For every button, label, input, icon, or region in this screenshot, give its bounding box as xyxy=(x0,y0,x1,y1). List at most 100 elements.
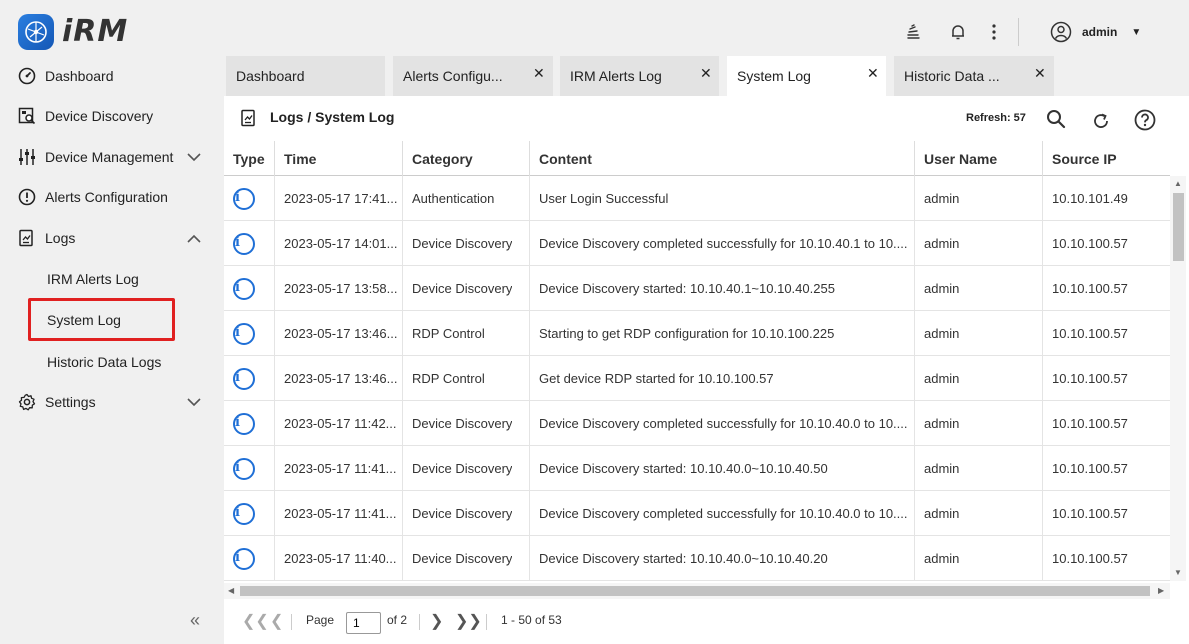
table-row[interactable]: i 2023-05-17 11:41... Device Discovery Devi… xyxy=(224,446,1170,491)
sidebar-item-logs[interactable]: Logs xyxy=(0,218,224,258)
search-icon[interactable] xyxy=(1045,108,1067,130)
table-row[interactable]: i 2023-05-17 11:42... Device Discovery Devi… xyxy=(224,401,1170,446)
column-header-source-ip[interactable]: Source IP xyxy=(1043,141,1170,176)
tab-irm-alerts-log[interactable]: IRM Alerts Log ✕ xyxy=(560,56,720,96)
category-text: Device Discovery xyxy=(412,551,513,566)
time-text: 2023-05-17 11:40... xyxy=(284,551,397,566)
sidebar-item-device-management[interactable]: Device Management xyxy=(0,137,224,177)
kebab-menu-icon[interactable] xyxy=(984,22,1004,42)
first-page-icon[interactable]: ❮❮ xyxy=(242,611,269,631)
info-icon: i xyxy=(233,322,255,345)
category-text: Device Discovery xyxy=(412,236,513,251)
info-icon: i xyxy=(233,277,255,300)
tab-label: Alerts Configu... xyxy=(403,68,503,84)
next-page-icon[interactable]: ❯ xyxy=(430,611,443,631)
time-text: 2023-05-17 13:46... xyxy=(284,371,398,386)
sidebar-item-settings[interactable]: Settings xyxy=(0,382,224,422)
time-cell: 2023-05-17 11:40... xyxy=(275,536,403,581)
sidebar-subitem-historic-data-logs[interactable]: Historic Data Logs xyxy=(0,342,224,382)
info-icon: i xyxy=(233,547,255,570)
tab-label: Dashboard xyxy=(236,68,305,84)
sidebar-subitem-label: IRM Alerts Log xyxy=(47,271,139,287)
user-menu[interactable]: admin ▼ xyxy=(1050,20,1141,44)
tab-historic-data-logs[interactable]: Historic Data ... ✕ xyxy=(894,56,1055,96)
sidebar-item-device-discovery[interactable]: Device Discovery xyxy=(0,96,224,136)
close-icon[interactable]: ✕ xyxy=(700,65,712,82)
ip-text: 10.10.100.57 xyxy=(1052,461,1128,476)
column-header-content[interactable]: Content xyxy=(530,141,915,176)
collapse-sidebar-button[interactable]: « xyxy=(190,610,200,631)
table-row[interactable]: i 2023-05-17 13:46... RDP Control Starting … xyxy=(224,311,1170,356)
column-header-category[interactable]: Category xyxy=(403,141,530,176)
scroll-left-icon[interactable]: ◀ xyxy=(228,586,234,595)
table-row[interactable]: i 2023-05-17 14:01... Device Discovery Devi… xyxy=(224,221,1170,266)
content-panel: Logs / System Log Refresh: 57 Type Time … xyxy=(224,96,1189,644)
refresh-counter: Refresh: 57 xyxy=(966,112,1026,124)
tab-system-log[interactable]: System Log ✕ xyxy=(727,56,887,96)
type-cell: i xyxy=(224,266,275,311)
ip-text: 10.10.100.57 xyxy=(1052,506,1128,521)
column-header-time[interactable]: Time xyxy=(275,141,403,176)
time-cell: 2023-05-17 14:01... xyxy=(275,221,403,266)
content-text: Device Discovery completed successfully … xyxy=(539,506,908,521)
bell-icon[interactable] xyxy=(948,22,968,42)
refresh-icon[interactable] xyxy=(1090,110,1112,132)
type-cell: i xyxy=(224,311,275,356)
vertical-scrollbar[interactable]: ▲ ▼ xyxy=(1170,176,1186,581)
column-header-type[interactable]: Type xyxy=(224,141,275,176)
table-row[interactable]: i 2023-05-17 17:41... Authentication User L… xyxy=(224,176,1170,221)
category-text: Device Discovery xyxy=(412,461,513,476)
sidebar-item-alerts-configuration[interactable]: Alerts Configuration xyxy=(0,177,224,217)
sidebar-subitem-irm-alerts-log[interactable]: IRM Alerts Log xyxy=(0,259,224,299)
tab-dashboard[interactable]: Dashboard xyxy=(226,56,386,96)
content-cell: User Login Successful xyxy=(530,176,915,221)
category-cell: Device Discovery xyxy=(403,266,530,311)
content-cell: Device Discovery started: 10.10.40.0~10.… xyxy=(530,446,915,491)
close-icon[interactable]: ✕ xyxy=(1034,65,1046,82)
table-row[interactable]: i 2023-05-17 13:58... Device Discovery Devi… xyxy=(224,266,1170,311)
tab-alerts-configuration[interactable]: Alerts Configu... ✕ xyxy=(393,56,554,96)
logs-icon xyxy=(17,228,37,248)
page-number-input[interactable] xyxy=(346,612,381,634)
vertical-scroll-thumb[interactable] xyxy=(1173,193,1184,261)
time-cell: 2023-05-17 17:41... xyxy=(275,176,403,221)
ip-cell: 10.10.100.57 xyxy=(1043,401,1170,446)
table-row[interactable]: i 2023-05-17 13:46... RDP Control Get devic… xyxy=(224,356,1170,401)
ip-cell: 10.10.100.57 xyxy=(1043,266,1170,311)
help-icon[interactable] xyxy=(1134,109,1156,131)
stack-icon[interactable] xyxy=(903,22,923,42)
user-cell: admin xyxy=(915,356,1043,401)
info-icon: i xyxy=(233,502,255,525)
logo-icon[interactable] xyxy=(18,14,54,50)
horizontal-scrollbar[interactable]: ◀ ▶ xyxy=(224,583,1170,599)
category-text: Device Discovery xyxy=(412,506,513,521)
content-text: Device Discovery completed successfully … xyxy=(539,236,908,251)
content-text: Device Discovery completed successfully … xyxy=(539,416,908,431)
scroll-up-icon[interactable]: ▲ xyxy=(1174,179,1182,188)
user-text: admin xyxy=(924,281,960,296)
prev-page-icon[interactable]: ❮ xyxy=(270,611,283,631)
ip-cell: 10.10.100.57 xyxy=(1043,311,1170,356)
ip-cell: 10.10.100.57 xyxy=(1043,221,1170,266)
header-divider xyxy=(1018,18,1019,46)
ip-text: 10.10.100.57 xyxy=(1052,326,1128,341)
scroll-down-icon[interactable]: ▼ xyxy=(1174,568,1182,577)
ip-text: 10.10.101.49 xyxy=(1052,191,1128,206)
table-row[interactable]: i 2023-05-17 11:40... Device Discovery Devi… xyxy=(224,536,1170,581)
sidebar-item-dashboard[interactable]: Dashboard xyxy=(0,56,224,96)
close-icon[interactable]: ✕ xyxy=(867,65,879,82)
user-cell: admin xyxy=(915,536,1043,581)
sidebar-subitem-system-log[interactable]: System Log xyxy=(0,300,224,340)
horizontal-scroll-thumb[interactable] xyxy=(240,586,1150,596)
time-cell: 2023-05-17 13:46... xyxy=(275,356,403,401)
page-total: of 2 xyxy=(387,613,408,627)
caret-down-icon: ▼ xyxy=(1131,26,1142,38)
user-text: admin xyxy=(924,371,960,386)
content-cell: Device Discovery started: 10.10.40.1~10.… xyxy=(530,266,915,311)
user-text: admin xyxy=(924,461,960,476)
last-page-icon[interactable]: ❯❯ xyxy=(455,611,482,631)
close-icon[interactable]: ✕ xyxy=(533,65,545,82)
table-row[interactable]: i 2023-05-17 11:41... Device Discovery Devi… xyxy=(224,491,1170,536)
scroll-right-icon[interactable]: ▶ xyxy=(1158,586,1164,595)
column-header-user-name[interactable]: User Name xyxy=(915,141,1043,176)
